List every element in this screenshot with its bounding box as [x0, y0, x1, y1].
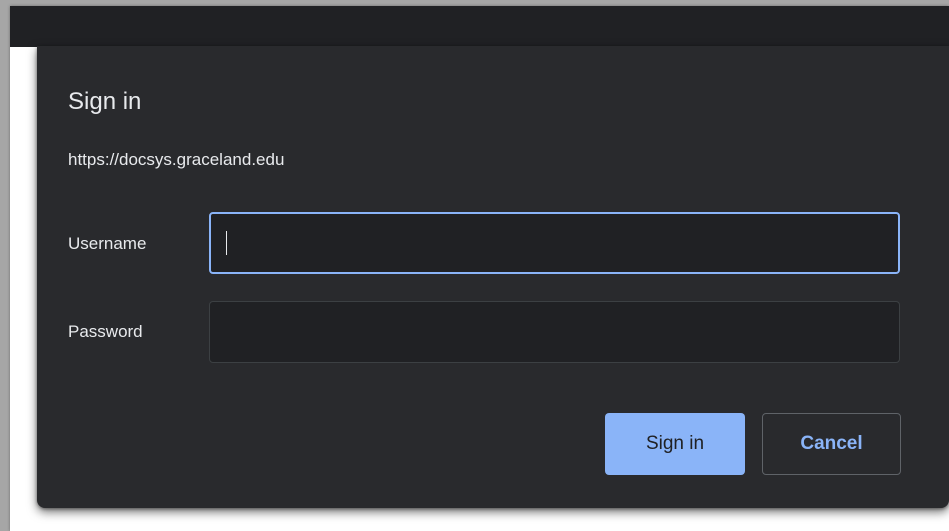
text-cursor: [226, 231, 227, 255]
sign-in-dialog: Sign in https://docsys.graceland.edu Use…: [37, 46, 949, 508]
cancel-button[interactable]: Cancel: [762, 413, 901, 475]
password-field[interactable]: [209, 301, 900, 363]
password-label: Password: [68, 322, 143, 341]
dialog-title: Sign in: [68, 88, 142, 115]
site-origin: https://docsys.graceland.edu: [68, 150, 285, 169]
screen-background: Sign in https://docsys.graceland.edu Use…: [0, 0, 949, 531]
browser-toolbar: [10, 6, 949, 47]
username-label: Username: [68, 234, 147, 253]
sign-in-button[interactable]: Sign in: [605, 413, 745, 475]
username-field[interactable]: [209, 212, 900, 274]
